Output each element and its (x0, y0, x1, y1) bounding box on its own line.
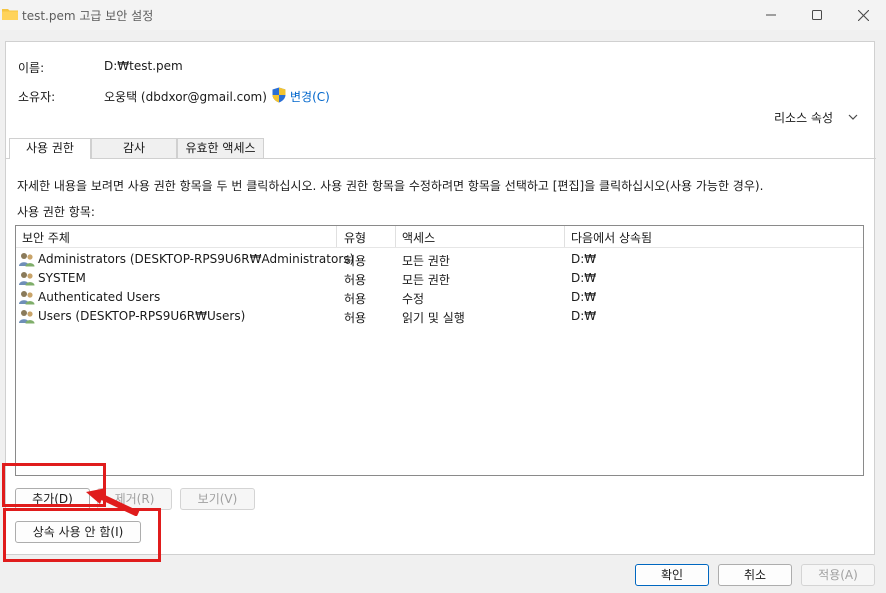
table-row[interactable]: Authenticated Users 허용 수정 D:₩ (16, 288, 863, 307)
title-bar: test.pem 고급 보안 설정 (0, 0, 886, 30)
user-group-icon (19, 291, 35, 305)
access-cell: 읽기 및 실행 (402, 311, 465, 325)
instructions-text: 자세한 내용을 보려면 사용 권한 항목을 두 번 클릭하십시오. 사용 권한 … (17, 179, 764, 193)
tab-effective-access[interactable]: 유효한 액세스 (177, 138, 264, 158)
type-cell: 허용 (344, 273, 367, 287)
inherited-cell: D:₩ (571, 271, 597, 285)
cancel-button[interactable]: 취소 (718, 564, 792, 586)
minimize-button[interactable] (748, 0, 794, 30)
annotation-arrow-icon (86, 488, 140, 516)
access-cell: 수정 (402, 292, 425, 306)
column-access[interactable]: 액세스 (402, 229, 435, 246)
inherited-cell: D:₩ (571, 309, 597, 323)
tab-divider (6, 158, 876, 159)
user-group-icon (19, 272, 35, 286)
user-group-icon (19, 253, 35, 267)
inherited-cell: D:₩ (571, 252, 597, 266)
permission-entries-list[interactable]: 보안 주체 유형 액세스 다음에서 상속됨 Administrators (DE… (15, 225, 864, 476)
list-label: 사용 권한 항목: (17, 205, 95, 219)
owner-value: 오웅택 (dbdxor@gmail.com) (104, 90, 267, 104)
apply-button[interactable]: 적용(A) (801, 564, 875, 586)
name-label: 이름: (18, 61, 45, 75)
minimize-icon (766, 14, 776, 16)
tab-auditing[interactable]: 감사 (91, 138, 177, 158)
tab-strip: 사용 권한 감사 유효한 액세스 (6, 138, 876, 159)
owner-label: 소유자: (18, 90, 56, 104)
column-divider[interactable] (564, 226, 565, 247)
column-inherited[interactable]: 다음에서 상속됨 (571, 229, 652, 246)
annotation-box-inheritance (3, 508, 161, 562)
principal-cell: Administrators (DESKTOP-RPS9U6R₩Administ… (38, 252, 355, 266)
uac-shield-icon (272, 87, 286, 103)
table-row[interactable]: Administrators (DESKTOP-RPS9U6R₩Administ… (16, 250, 863, 269)
change-owner-link[interactable]: 변경(C) (290, 88, 330, 105)
settings-panel: 이름: D:₩test.pem 소유자: 오웅택 (dbdxor@gmail.c… (5, 41, 876, 555)
table-row[interactable]: Users (DESKTOP-RPS9U6R₩Users) 허용 읽기 및 실행… (16, 307, 863, 326)
principal-cell: Authenticated Users (38, 290, 161, 304)
principal-cell: SYSTEM (38, 271, 86, 285)
close-icon (857, 9, 869, 21)
resource-props-label[interactable]: 리소스 속성 (774, 109, 833, 126)
ok-button[interactable]: 확인 (635, 564, 709, 586)
table-row[interactable]: SYSTEM 허용 모든 권한 D:₩ (16, 269, 863, 288)
type-cell: 허용 (344, 254, 367, 268)
maximize-icon (812, 10, 822, 20)
chevron-down-icon[interactable] (846, 110, 860, 124)
column-principal[interactable]: 보안 주체 (22, 229, 70, 246)
type-cell: 허용 (344, 292, 367, 306)
folder-icon (2, 9, 18, 20)
name-value: D:₩test.pem (104, 59, 183, 73)
tab-permissions[interactable]: 사용 권한 (9, 138, 91, 159)
list-header: 보안 주체 유형 액세스 다음에서 상속됨 (16, 226, 863, 248)
principal-cell: Users (DESKTOP-RPS9U6R₩Users) (38, 309, 246, 323)
view-button[interactable]: 보기(V) (180, 488, 255, 510)
column-type[interactable]: 유형 (344, 229, 366, 246)
column-divider[interactable] (395, 226, 396, 247)
access-cell: 모든 권한 (402, 254, 450, 268)
access-cell: 모든 권한 (402, 273, 450, 287)
column-divider[interactable] (336, 226, 337, 247)
type-cell: 허용 (344, 311, 367, 325)
close-button[interactable] (840, 0, 886, 30)
inherited-cell: D:₩ (571, 290, 597, 304)
maximize-button[interactable] (794, 0, 840, 30)
window-title: test.pem 고급 보안 설정 (22, 9, 154, 23)
user-group-icon (19, 310, 35, 324)
